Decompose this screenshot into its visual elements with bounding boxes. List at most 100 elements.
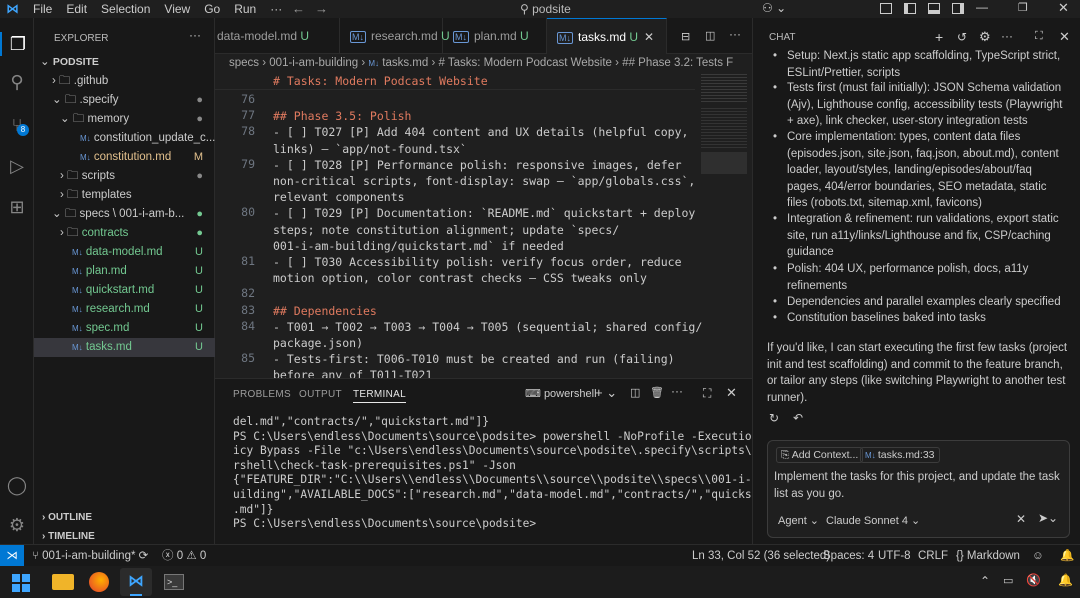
restore-window-icon[interactable]: ❐ [1018, 1, 1028, 14]
display-icon[interactable]: ▭ [1003, 574, 1013, 587]
code-editor[interactable]: # Tasks: Modern Podcast Website 76 77 ## P… [215, 72, 752, 378]
chat-more-icon[interactable]: ··· [1001, 29, 1013, 43]
indentation[interactable]: Spaces: 4 [823, 545, 874, 567]
back-arrow-icon[interactable]: ← [292, 1, 305, 16]
history-icon[interactable]: ↺ [957, 30, 967, 44]
chat-settings-icon[interactable]: ⚙ [979, 29, 991, 45]
folder-specs[interactable]: ⌄ 🗀 specs \ 001-i-am-b... ● [34, 205, 215, 224]
terminal-selector[interactable]: ⌨ powershell [525, 387, 597, 400]
vscode-taskbar-button[interactable]: ⋈ [120, 568, 152, 596]
search-view-icon[interactable]: ⚲ [5, 70, 29, 94]
notification-bell-icon[interactable]: 🔔 [1058, 573, 1073, 587]
menu-run[interactable]: Run [234, 2, 256, 16]
remote-indicator-icon[interactable]: ⋊ [0, 545, 24, 566]
maximize-panel-icon[interactable]: ⛶ [703, 386, 711, 401]
close-window-icon[interactable]: ✕ [1058, 0, 1069, 16]
toggle-primary-icon[interactable] [904, 3, 916, 14]
panel-more-icon[interactable]: ··· [671, 384, 683, 398]
file-constitution-update[interactable]: M↓ constitution_update_c... [34, 129, 215, 148]
tab-terminal[interactable]: TERMINAL [353, 389, 406, 403]
folder-memory[interactable]: ⌄ 🗀 memory ● [34, 110, 215, 129]
terminal-app-icon[interactable]: >_ [164, 574, 184, 590]
file-quickstart[interactable]: M↓ quickstart.md U [34, 281, 215, 300]
notifications-icon[interactable]: 🔔 [1060, 545, 1074, 567]
send-icon[interactable]: ➤⌄ [1038, 511, 1058, 525]
folder-github[interactable]: › 🗀 .github [34, 72, 215, 91]
editor-more-icon[interactable]: ··· [729, 27, 741, 41]
minimize-window-icon[interactable]: — [976, 0, 988, 14]
menu-file[interactable]: File [33, 2, 52, 16]
mode-picker[interactable]: Agent ⌄ [778, 514, 819, 527]
language-mode[interactable]: {} Markdown [956, 545, 1020, 567]
tab-problems[interactable]: PROBLEMS [233, 389, 291, 400]
file-research[interactable]: M↓ research.md U [34, 300, 215, 319]
tab-plan[interactable]: M↓ plan.md U [443, 18, 547, 54]
tab-tasks[interactable]: M↓ tasks.md U ✕ [547, 18, 667, 54]
file-plan[interactable]: M↓ plan.md U [34, 262, 215, 281]
undo-icon[interactable]: ↶ [793, 411, 803, 425]
tab-data-model[interactable]: data-model.md U [215, 18, 340, 54]
file-spec[interactable]: M↓ spec.md U [34, 319, 215, 338]
toggle-auxbar-icon[interactable] [952, 3, 964, 14]
encoding[interactable]: UTF-8 [878, 545, 911, 567]
minimap[interactable] [701, 72, 749, 378]
copilot-icon[interactable]: ⚇ ⌄ [762, 1, 786, 15]
toggle-sidebar-icon[interactable] [880, 3, 892, 14]
split-editor-icon[interactable]: ◫ [705, 29, 715, 42]
file-data-model[interactable]: M↓ data-model.md U [34, 243, 215, 262]
file-explorer-icon[interactable] [52, 574, 74, 590]
folder-scripts[interactable]: › 🗀 scripts ● [34, 167, 215, 186]
run-debug-icon[interactable]: ▷ [5, 154, 29, 178]
close-tab-icon[interactable]: ✕ [644, 30, 654, 44]
volume-icon[interactable]: 🔇 [1026, 573, 1041, 587]
open-preview-icon[interactable]: ⊟ [681, 30, 690, 43]
explorer-icon[interactable]: ❐ [0, 32, 34, 56]
explorer-more-icon[interactable]: ··· [189, 28, 201, 42]
menu-view[interactable]: View [164, 2, 190, 16]
kill-terminal-icon[interactable]: 🗑 [650, 386, 664, 399]
branch-indicator[interactable]: ⑂ 001-i-am-building* ⟳ [32, 545, 148, 567]
minimap-slider[interactable] [701, 152, 747, 174]
folder-contracts[interactable]: › 🗀 contracts ● [34, 224, 215, 243]
start-menu-icon[interactable] [12, 574, 30, 592]
menu-selection[interactable]: Selection [101, 2, 150, 16]
menu-go[interactable]: Go [204, 2, 220, 16]
breadcrumb-heading[interactable]: # Tasks: Modern Podcast Website [439, 57, 612, 69]
breadcrumb-folder[interactable]: 001-i-am-building [269, 57, 358, 69]
menu-edit[interactable]: Edit [66, 2, 87, 16]
file-constitution[interactable]: M↓ constitution.md M [34, 148, 215, 167]
firefox-icon[interactable] [89, 572, 109, 592]
feedback-icon[interactable]: ☺ [1032, 545, 1044, 567]
tray-chevron-icon[interactable]: ⌃ [980, 574, 990, 588]
folder-templates[interactable]: › 🗀 templates [34, 186, 215, 205]
forward-arrow-icon[interactable]: → [315, 1, 328, 16]
command-center[interactable]: ⚲ podsite [520, 2, 571, 16]
close-panel-icon[interactable]: ✕ [726, 385, 737, 401]
cursor-position[interactable]: Ln 33, Col 52 (36 selected) [692, 545, 830, 567]
new-chat-icon[interactable]: + [935, 29, 943, 45]
close-chat-icon[interactable]: ✕ [1059, 29, 1070, 45]
model-picker[interactable]: Claude Sonnet 4 ⌄ [826, 514, 920, 527]
problems-indicator[interactable]: ⓧ 0 ⚠ 0 [162, 545, 206, 567]
tab-output[interactable]: OUTPUT [299, 389, 342, 400]
extensions-icon[interactable]: ⊞ [5, 195, 29, 219]
account-icon[interactable]: ◯ [5, 473, 29, 497]
context-file-chip[interactable]: M↓ tasks.md:33 [860, 447, 940, 463]
tools-icon[interactable]: ✕ [1016, 512, 1026, 526]
tab-research[interactable]: M↓ research.md U [340, 18, 450, 54]
retry-icon[interactable]: ↻ [769, 411, 779, 425]
add-context-button[interactable]: ⎘ Add Context... [776, 447, 864, 463]
breadcrumb-file[interactable]: tasks.md [382, 57, 428, 69]
menu-more[interactable]: ··· [270, 2, 282, 16]
chat-input[interactable]: Implement the tasks for this project, an… [774, 469, 1064, 502]
split-terminal-icon[interactable]: ◫ [630, 386, 640, 399]
explorer-root[interactable]: ⌄ PODSITE [34, 53, 215, 72]
breadcrumb-subheading[interactable]: ## Phase 3.2: Tests F [622, 57, 733, 69]
file-tasks[interactable]: M↓ tasks.md U [34, 338, 215, 357]
source-control-icon[interactable]: ⑂ 8 [5, 113, 29, 137]
outline-section[interactable]: › OUTLINE [34, 508, 215, 527]
toggle-panel-icon[interactable] [928, 3, 940, 14]
new-terminal-icon[interactable]: + ⌄ [595, 385, 617, 401]
line-ending[interactable]: CRLF [918, 545, 948, 567]
folder-specify[interactable]: ⌄ 🗀 .specify ● [34, 91, 215, 110]
